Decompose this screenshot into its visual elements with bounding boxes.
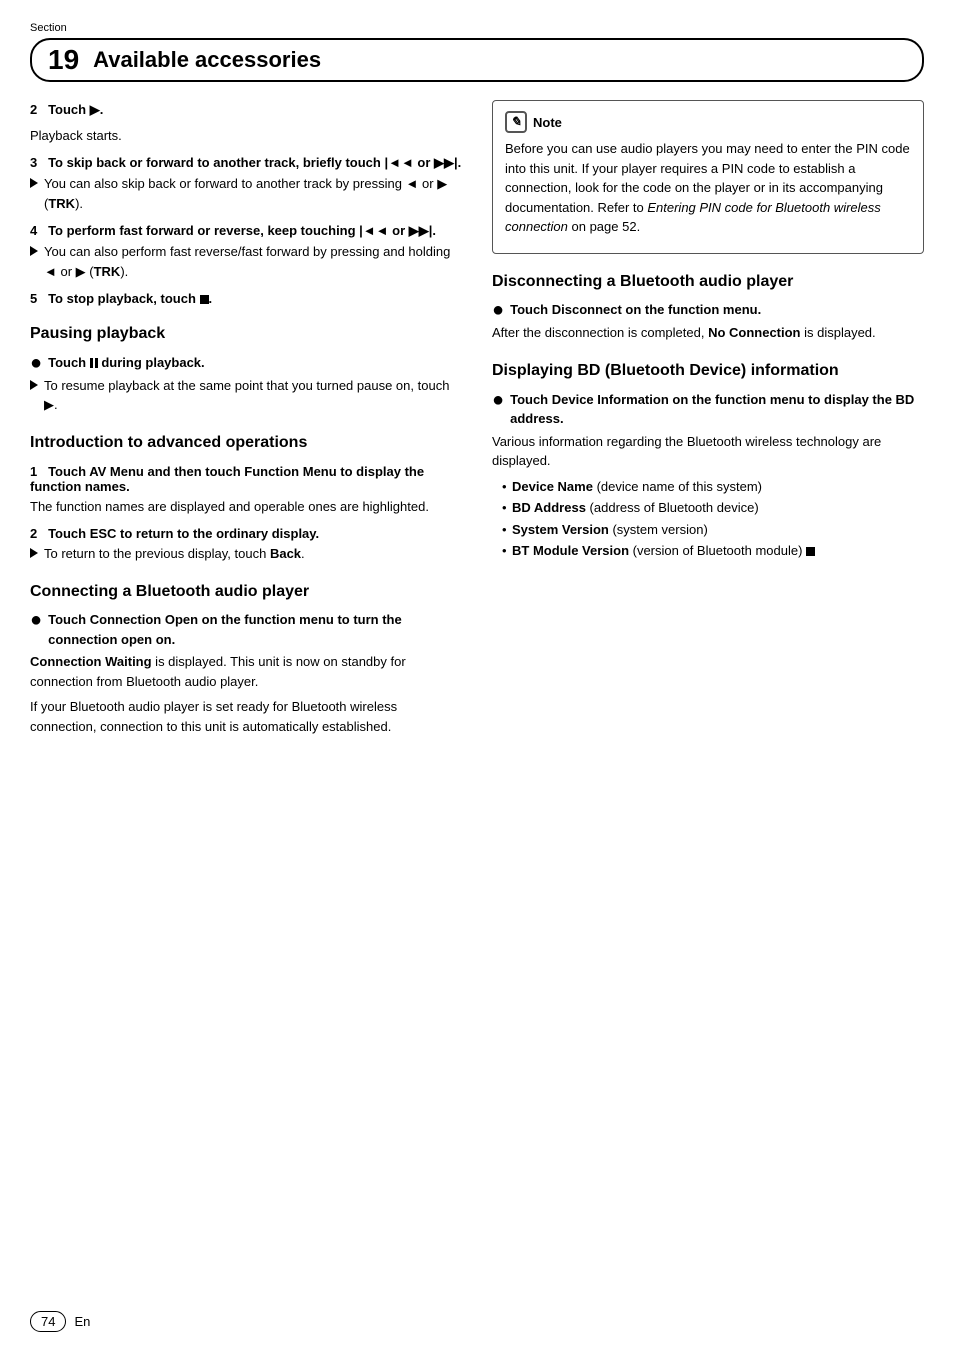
section-header: 19 Available accessories [30,38,924,82]
bullet-dot-icon: ● [30,353,42,373]
bullet-dot-icon-2: ● [30,610,42,630]
displaying-para: Various information regarding the Blueto… [492,432,924,471]
intro-step1-heading: 1 Touch AV Menu and then touch Function … [30,464,462,494]
displaying-title: Displaying BD (Bluetooth Device) informa… [492,361,924,382]
pausing-bullet-text: To resume playback at the same point tha… [30,376,462,415]
pausing-title: Pausing playback [30,324,462,345]
step3-heading: 3 To skip back or forward to another tra… [30,155,462,171]
triangle-icon-2 [30,246,38,256]
note-header: ✎ Note [505,111,911,133]
note-box: ✎ Note Before you can use audio players … [492,100,924,254]
list-item: BD Address (address of Bluetooth device) [502,498,924,518]
triangle-icon-4 [30,548,38,558]
intro-step2-text: To return to the previous display, touch… [30,544,462,564]
connecting-para2: If your Bluetooth audio player is set re… [30,697,462,736]
triangle-icon-3 [30,380,38,390]
disconnecting-para: After the disconnection is completed, No… [492,323,924,343]
note-text: Before you can use audio players you may… [505,139,911,237]
disconnecting-title: Disconnecting a Bluetooth audio player [492,272,924,293]
connecting-para1: Connection Waiting is displayed. This un… [30,652,462,691]
intro-title: Introduction to advanced operations [30,433,462,454]
step3-bullet: You can also skip back or forward to ano… [30,174,462,213]
step2-heading: 2 Touch ▶. [30,100,462,120]
step5-heading: 5 To stop playback, touch . [30,291,462,306]
connecting-title: Connecting a Bluetooth audio player [30,582,462,603]
step4-bullet: You can also perform fast reverse/fast f… [30,242,462,281]
bullet-dot-icon-4: ● [492,390,504,410]
page: Section 19 Available accessories 2 Touch… [0,0,954,1352]
section-label: Section [30,22,67,34]
footer: 74 En [30,1311,90,1332]
note-icon: ✎ [505,111,527,133]
intro-step2-heading: 2 Touch ESC to return to the ordinary di… [30,526,462,541]
content-area: 2 Touch ▶. Playback starts. 3 To skip ba… [30,100,924,742]
step4-heading: 4 To perform fast forward or reverse, ke… [30,223,462,239]
note-label: Note [533,115,562,130]
language-label: En [74,1314,90,1329]
list-item: BT Module Version (version of Bluetooth … [502,541,924,561]
right-column: ✎ Note Before you can use audio players … [492,100,924,742]
connecting-bullet-heading: ● Touch Connection Open on the function … [30,610,462,649]
triangle-icon [30,178,38,188]
disconnecting-bullet-heading: ● Touch Disconnect on the function menu. [492,300,924,320]
step2-text: Playback starts. [30,126,462,146]
list-item: Device Name (device name of this system) [502,477,924,497]
section-number: 19 [48,46,79,74]
stop-icon [200,295,209,304]
stop-icon-end [806,547,815,556]
displaying-bullet-heading: ● Touch Device Information on the functi… [492,390,924,429]
page-number: 74 [30,1311,66,1332]
displaying-list: Device Name (device name of this system)… [492,477,924,561]
bullet-dot-icon-3: ● [492,300,504,320]
left-column: 2 Touch ▶. Playback starts. 3 To skip ba… [30,100,462,742]
list-item: System Version (system version) [502,520,924,540]
section-title: Available accessories [93,47,321,73]
intro-step1-text: The function names are displayed and ope… [30,497,462,517]
pausing-bullet-heading: ● Touch during playback. [30,353,462,373]
